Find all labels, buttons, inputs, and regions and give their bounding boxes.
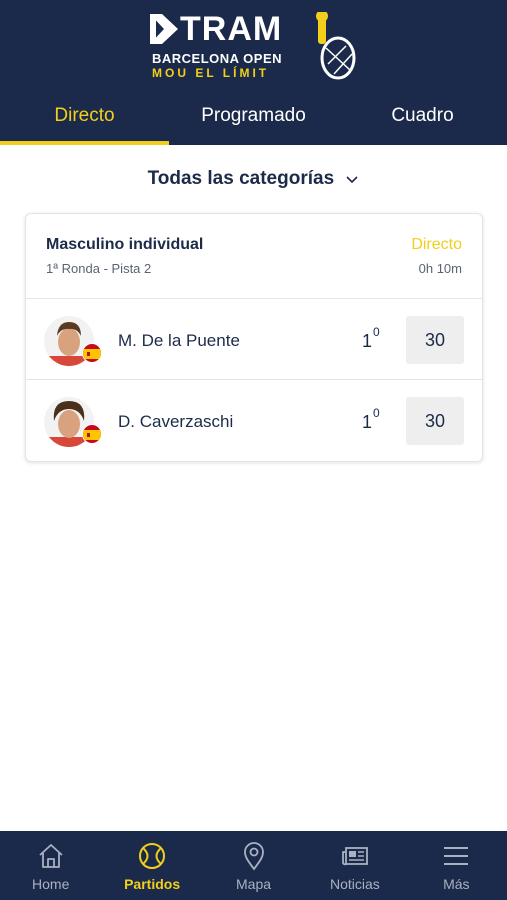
menu-icon	[444, 847, 469, 865]
tab-cuadro[interactable]: Cuadro	[338, 96, 507, 145]
bottom-navigation: Home Partidos Mapa Noticias Más	[0, 831, 507, 900]
match-status-badge: Directo	[411, 236, 462, 253]
nav-mapa-label: Mapa	[236, 876, 272, 892]
nav-mas-label: Más	[443, 876, 470, 892]
player-row: D. Caverzaschi 10 30	[26, 380, 482, 461]
player-name: D. Caverzaschi	[118, 412, 234, 431]
nav-home-label: Home	[32, 876, 70, 892]
nav-noticias[interactable]: Noticias	[304, 831, 405, 900]
player-name: M. De la Puente	[118, 331, 240, 350]
chevron-down-icon	[346, 176, 358, 184]
nav-home[interactable]: Home	[0, 831, 101, 900]
match-duration: 0h 10m	[418, 261, 462, 276]
match-tabs: Directo Programado Cuadro	[0, 96, 507, 145]
spain-flag-icon	[82, 343, 102, 363]
match-category: Masculino individual	[46, 236, 204, 253]
category-dropdown[interactable]: Todas las categorías	[0, 168, 507, 190]
tram-barcelona-open-logo: TRAM BARCELONA OPEN MOU EL LÍMIT	[150, 10, 357, 82]
newspaper-icon	[342, 847, 368, 866]
set-score: 10	[362, 325, 380, 352]
tennis-ball-icon	[139, 843, 166, 869]
nav-mapa[interactable]: Mapa	[203, 831, 304, 900]
tab-directo[interactable]: Directo	[0, 96, 169, 145]
racket-logo-icon	[316, 12, 356, 80]
home-icon	[39, 844, 63, 868]
map-pin-icon	[243, 842, 264, 871]
points-score: 30	[406, 316, 464, 364]
set-score: 10	[362, 406, 380, 433]
logo-subtitle-text: BARCELONA OPEN	[152, 51, 283, 66]
logo-brand-text: TRAM	[180, 10, 283, 48]
points-score: 30	[406, 397, 464, 445]
player-row: M. De la Puente 10 30	[26, 299, 482, 380]
match-round-court: 1ª Ronda - Pista 2	[46, 261, 152, 276]
set-superscript: 0	[373, 325, 380, 339]
category-dropdown-label: Todas las categorías	[147, 168, 335, 189]
spain-flag-icon	[82, 424, 102, 444]
app-header: TRAM BARCELONA OPEN MOU EL LÍMIT Directo…	[0, 0, 507, 145]
nav-mas[interactable]: Más	[406, 831, 507, 900]
nav-partidos[interactable]: Partidos	[101, 831, 202, 900]
set-games: 1	[362, 331, 373, 351]
match-card-header: Masculino individual 1ª Ronda - Pista 2 …	[26, 214, 482, 299]
set-games: 1	[362, 412, 373, 432]
logo-tagline-text: MOU EL LÍMIT	[152, 66, 270, 80]
match-card[interactable]: Masculino individual 1ª Ronda - Pista 2 …	[25, 213, 483, 462]
nav-partidos-label: Partidos	[124, 876, 181, 892]
set-superscript: 0	[373, 406, 380, 420]
tram-logo-mark-icon	[150, 14, 178, 44]
tab-programado[interactable]: Programado	[169, 96, 338, 145]
nav-noticias-label: Noticias	[330, 876, 380, 892]
